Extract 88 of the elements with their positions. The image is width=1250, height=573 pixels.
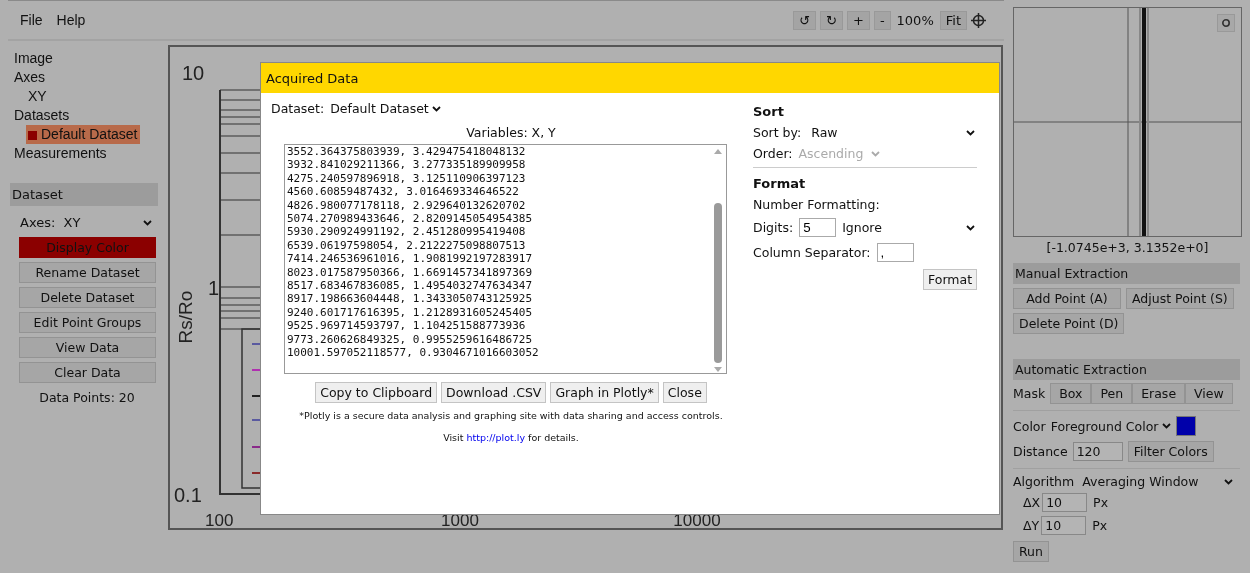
- panel-header: Manual Extraction: [1013, 263, 1240, 284]
- color-swatch[interactable]: [1176, 416, 1197, 436]
- dataset-button[interactable]: Delete Dataset: [19, 287, 156, 308]
- section-title: Format: [753, 176, 807, 191]
- extraction-button[interactable]: Adjust Point (S): [1126, 288, 1234, 309]
- distance-label: Distance: [1013, 444, 1068, 459]
- toolbar-button[interactable]: ↻: [820, 10, 843, 30]
- tree-item[interactable]: Measurements: [12, 144, 109, 163]
- color-mode-dropdown[interactable]: Foreground Color: [1050, 418, 1172, 434]
- dataset-button[interactable]: View Data: [19, 337, 156, 358]
- tree-item[interactable]: Axes: [12, 68, 48, 87]
- format-button[interactable]: Format: [923, 269, 978, 290]
- menu-item[interactable]: File: [20, 10, 43, 30]
- mask-button[interactable]: Box: [1050, 383, 1092, 404]
- dataset-dropdown[interactable]: Default Dataset: [330, 101, 441, 116]
- axis-title: Rs/Ro: [175, 290, 196, 344]
- filter-colors-button[interactable]: Filter Colors: [1127, 441, 1214, 462]
- caret-icon: [966, 129, 975, 136]
- toolbar-button[interactable]: -: [873, 10, 891, 30]
- separator-label: Column Separator:: [753, 245, 871, 260]
- tree-item[interactable]: Image: [12, 49, 55, 68]
- caret-icon: [1224, 478, 1233, 485]
- variables-label: Variables: X, Y: [465, 125, 557, 140]
- order-label: Order:: [753, 146, 793, 161]
- unit-label: Px: [1092, 495, 1109, 510]
- dataset-label: Dataset:: [271, 101, 325, 116]
- color-label: Color: [1013, 418, 1046, 434]
- plotly-link[interactable]: http://plot.ly: [466, 432, 526, 443]
- crosshair-icon[interactable]: [971, 12, 986, 28]
- dialog-title: Acquired Data: [261, 63, 999, 93]
- mask-button[interactable]: Erase: [1132, 383, 1186, 404]
- y-tick-label: 1: [208, 277, 220, 299]
- parameter-field[interactable]: 10: [1042, 493, 1088, 512]
- distance-field[interactable]: 120: [1072, 442, 1123, 461]
- toolbar-button[interactable]: +: [846, 10, 870, 30]
- tree-item[interactable]: XY: [26, 87, 49, 106]
- dataset-button[interactable]: Rename Dataset: [19, 262, 156, 283]
- menu-item[interactable]: Help: [56, 10, 86, 30]
- cursor-coordinates: [-1.0745e+3, 3.1352e+0]: [1045, 240, 1210, 255]
- tree-item[interactable]: Datasets: [12, 106, 72, 125]
- digits-field[interactable]: 5: [799, 218, 837, 237]
- toolbar-button[interactable]: ↺: [793, 10, 817, 30]
- parameter-label: ΔX: [1023, 495, 1041, 510]
- dataset-button[interactable]: Edit Point Groups: [19, 312, 156, 333]
- zoom-level: 100%: [895, 12, 935, 28]
- run-button[interactable]: Run: [1013, 541, 1049, 562]
- data-text-area[interactable]: 3552.364375803939, 3.429475418048132 3932.841029211366, 3.277335189909958 4275.240597896918, 3.125110906397123 4560.60859487432, 3.016469334646522 4826.980077178118, 2.929640132620702 5074.270989433646, 2.8209145054954385 5930.290924991192, 2.451280995419408 6539.06197598054, 2.2122275098807513 7414.246536961016, 1.9081992197283917 8023.017587950366, 1.6691457341897369 8517.683467836085, 1.4954032747634347 8917.198663604448, 1.3433050743125925 9240.601717616395, 1.2128931605245405 9525.969714593797, 1.104251588773936 9773.260626849325, 0.9955259616486725 10001.597052118577, 0.9304671016603052: [284, 144, 727, 374]
- algorithm-label: Algorithm: [1013, 474, 1075, 489]
- mask-button[interactable]: Pen: [1091, 383, 1133, 404]
- algorithm-dropdown[interactable]: Averaging Window: [1082, 474, 1233, 489]
- caret-icon: [1162, 423, 1172, 429]
- number-formatting-label: Number Formatting:: [753, 197, 881, 212]
- mask-button[interactable]: View: [1185, 383, 1233, 404]
- unit-label: Px: [1091, 518, 1108, 533]
- data-points-count: Data Points: 20: [38, 390, 136, 405]
- panel-header: Dataset: [10, 183, 158, 206]
- visit-text: for details.: [528, 432, 579, 443]
- plotly-note: *Plotly is a secure data analysis and graphing site with data sharing and access controls.: [298, 410, 724, 421]
- mask-label: Mask: [1013, 386, 1046, 401]
- settings-icon: [1221, 18, 1231, 28]
- dataset-button[interactable]: Clear Data: [19, 362, 156, 383]
- extraction-button[interactable]: Add Point (A): [1013, 288, 1121, 309]
- section-title: Sort: [753, 104, 785, 119]
- caret-icon: [143, 219, 152, 226]
- y-tick-label: 0.1: [174, 484, 202, 506]
- dialog-button[interactable]: Close: [662, 382, 707, 403]
- parameter-field[interactable]: 10: [1041, 516, 1087, 535]
- caret-icon: [431, 105, 441, 112]
- x-tick-label: 100: [205, 511, 234, 528]
- separator-field[interactable]: ,: [876, 243, 914, 262]
- settings-button[interactable]: [1217, 14, 1235, 32]
- caret-icon: [871, 150, 881, 157]
- dialog-button[interactable]: Download .CSV: [441, 382, 547, 403]
- digits-mode-dropdown[interactable]: Ignore: [842, 220, 979, 235]
- digits-label: Digits:: [753, 220, 794, 235]
- axes-dropdown[interactable]: Axes: XY: [12, 212, 160, 233]
- sort-by-label: Sort by:: [753, 125, 802, 140]
- panel-header: Automatic Extraction: [1013, 359, 1240, 380]
- extraction-button[interactable]: Delete Point (D): [1013, 313, 1125, 334]
- dialog-button[interactable]: Graph in Plotly*: [550, 382, 659, 403]
- parameter-label: ΔY: [1023, 518, 1040, 533]
- visit-text: Visit: [443, 432, 464, 443]
- fit-button[interactable]: Fit: [939, 10, 967, 30]
- caret-icon: [966, 224, 975, 231]
- y-tick-label: 10: [182, 62, 205, 84]
- tree-item[interactable]: Default Dataset: [26, 125, 140, 144]
- dialog-button[interactable]: Copy to Clipboard: [315, 382, 438, 403]
- sort-by-dropdown[interactable]: Raw: [807, 125, 979, 140]
